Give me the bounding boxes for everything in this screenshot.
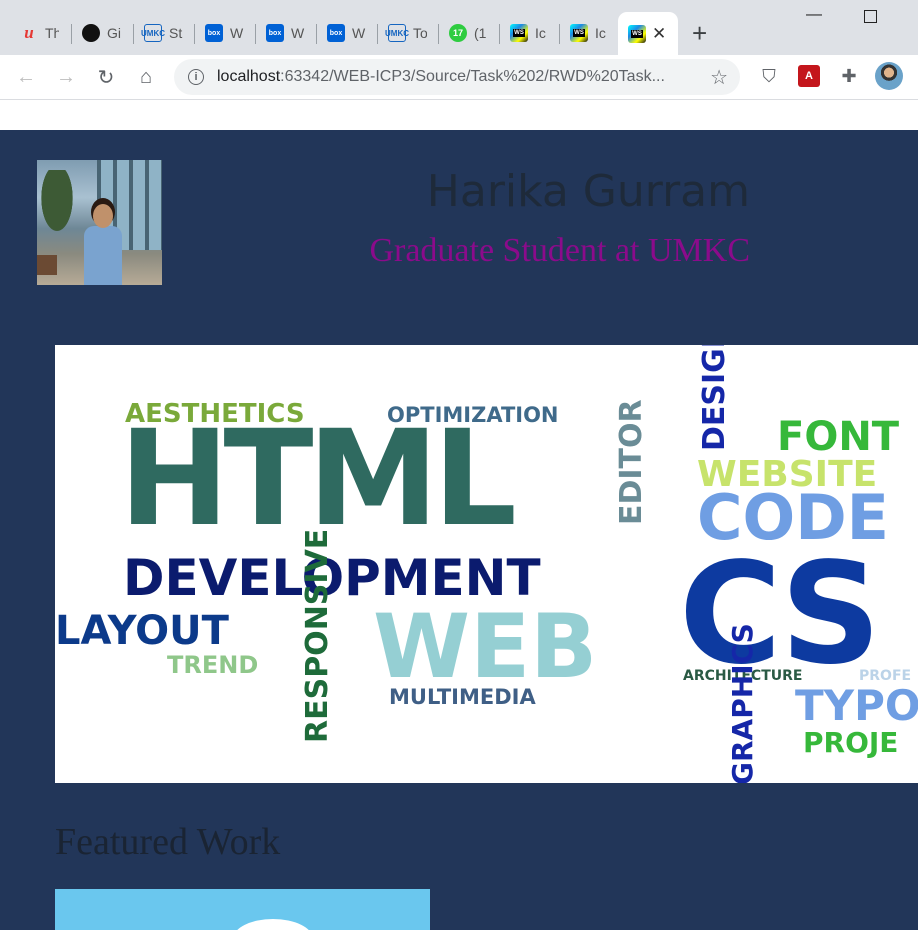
udemy-icon: u <box>24 23 34 42</box>
webstorm-icon: WS <box>570 24 588 42</box>
profile-avatar-icon[interactable] <box>875 62 903 90</box>
browser-tab[interactable]: box W <box>317 17 378 49</box>
bookmark-star-icon[interactable]: ☆ <box>710 65 728 90</box>
browser-tab[interactable]: UMKC St <box>134 17 195 49</box>
profile-photo <box>37 160 162 285</box>
browser-tab[interactable]: box W <box>195 17 256 49</box>
umkc-icon: UMKC <box>141 24 165 42</box>
shield-extension-icon[interactable]: ⛉ <box>758 65 780 87</box>
browser-tab[interactable]: 17 (1 <box>439 17 500 49</box>
github-icon <box>82 24 100 42</box>
browser-tab[interactable]: WS Ic <box>560 17 618 49</box>
word-cloud-word: EDITOR <box>614 399 649 525</box>
word-cloud-word: WEB <box>373 595 598 698</box>
word-cloud-word: TREND <box>167 651 259 679</box>
tab-title: W <box>230 25 244 41</box>
word-cloud-word: DESIGNER <box>697 345 732 451</box>
tab-title: St <box>169 25 183 41</box>
tab-title: Th <box>45 25 59 41</box>
tab-title: W <box>352 25 366 41</box>
maximize-icon[interactable] <box>864 10 877 23</box>
umkc-icon: UMKC <box>385 24 409 42</box>
webstorm-icon-label: WS <box>513 29 525 37</box>
browser-tab[interactable]: Gi <box>72 17 134 49</box>
webstorm-icon-label: WS <box>573 29 585 37</box>
word-cloud-word: MULTIMEDIA <box>389 685 536 709</box>
tab-title: Ic <box>535 25 546 41</box>
page-content: Harika Gurram Graduate Student at UMKC A… <box>0 100 918 930</box>
reload-icon[interactable]: ↻ <box>94 65 118 89</box>
word-cloud-word: TYPO <box>795 681 918 730</box>
browser-tab[interactable]: WS Ic <box>500 17 560 49</box>
featured-work-image[interactable] <box>55 889 430 930</box>
notification-icon: 17 <box>449 24 467 42</box>
profile-name: Harika Gurram <box>426 166 750 217</box>
url-text[interactable]: localhost:63342/WEB-ICP3/Source/Task%202… <box>217 68 687 86</box>
box-icon: box <box>327 24 345 42</box>
tab-strip: u Th Gi UMKC St box W box W box W UMKC T… <box>0 0 918 55</box>
webstorm-icon: WS <box>628 24 646 43</box>
word-cloud-word: FONT <box>777 414 900 460</box>
extensions-puzzle-icon[interactable]: ✚ <box>838 65 860 87</box>
tab-title: W <box>291 25 305 41</box>
tab-title: (1 <box>474 25 487 41</box>
address-bar[interactable]: i localhost:63342/WEB-ICP3/Source/Task%2… <box>174 59 740 95</box>
minimize-icon[interactable]: — <box>806 6 822 24</box>
word-cloud-word: PROJE <box>803 726 899 759</box>
word-cloud-word: RESPONSIVE <box>300 528 335 743</box>
word-cloud-word: LAYOUT <box>55 608 229 654</box>
url-host: localhost <box>217 68 281 85</box>
home-icon[interactable]: ⌂ <box>134 65 158 89</box>
new-tab-icon[interactable]: + <box>692 18 707 49</box>
browser-tab[interactable]: u Th <box>10 17 72 49</box>
main-section: Harika Gurram Graduate Student at UMKC A… <box>0 130 918 930</box>
browser-tab[interactable]: box W <box>256 17 317 49</box>
box-icon: box <box>205 24 223 42</box>
featured-work-heading: Featured Work <box>55 821 281 863</box>
word-cloud-word: HTML <box>119 402 517 556</box>
box-icon: box <box>266 24 284 42</box>
url-path: :63342/WEB-ICP3/Source/Task%202/RWD%20Ta… <box>280 68 665 85</box>
close-tab-icon[interactable]: ✕ <box>652 24 666 44</box>
forward-arrow-icon[interactable]: → <box>54 65 78 89</box>
browser-toolbar: ← → ↻ ⌂ i localhost:63342/WEB-ICP3/Sourc… <box>0 55 918 100</box>
browser-tab[interactable]: UMKC To <box>378 17 439 49</box>
site-info-icon[interactable]: i <box>188 69 204 85</box>
webstorm-icon-label: WS <box>631 29 643 38</box>
tab-title: Gi <box>107 25 121 41</box>
browser-tab-active[interactable]: WS ✕ <box>618 12 678 55</box>
word-cloud-word: GRAPHICS <box>726 623 759 783</box>
tab-title: Ic <box>595 25 606 41</box>
pdf-extension-icon[interactable]: A <box>798 65 820 87</box>
word-cloud-word: CS <box>679 533 881 696</box>
profile-subtitle: Graduate Student at UMKC <box>369 232 750 269</box>
webstorm-icon: WS <box>510 24 528 42</box>
back-arrow-icon[interactable]: ← <box>14 65 38 89</box>
banner-word-cloud-image: AESTHETICS OPTIMIZATION HTML EDITOR DESI… <box>55 345 918 783</box>
tab-title: To <box>413 25 427 41</box>
